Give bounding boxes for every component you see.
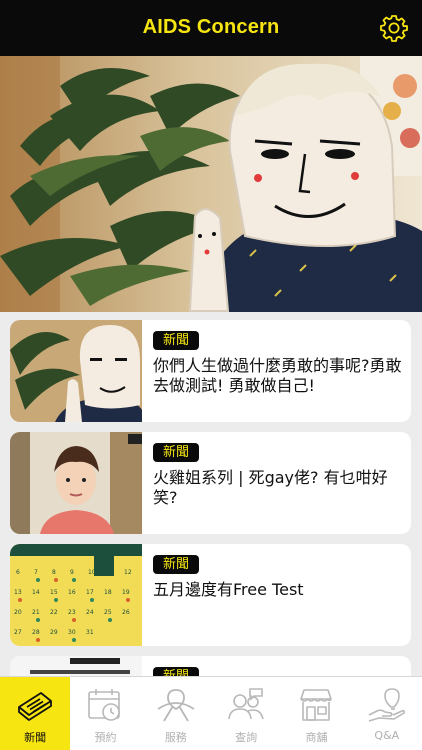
tab-label: 預約 xyxy=(94,731,117,744)
news-title: 火雞姐系列 | 死gay佬? 有乜咁好笑? xyxy=(153,468,388,507)
hero-video[interactable] xyxy=(0,56,422,312)
gear-icon[interactable] xyxy=(380,14,408,42)
svg-text:28: 28 xyxy=(32,629,40,636)
svg-text:14: 14 xyxy=(32,589,40,596)
ribbon-icon xyxy=(157,689,195,722)
news-tag: 新聞 xyxy=(153,555,200,574)
tab-services[interactable]: 服務 xyxy=(141,677,211,750)
tab-label: 服務 xyxy=(164,731,187,744)
svg-text:7: 7 xyxy=(34,569,38,576)
news-list[interactable]: 新聞 你們人生做過什麼勇敢的事呢?勇敢去做測試! 勇敢做自己! 新聞 火雞姐系列… xyxy=(0,312,422,676)
svg-text:27: 27 xyxy=(14,629,22,636)
news-tag: 新聞 xyxy=(153,331,200,350)
news-thumbnail xyxy=(10,320,142,422)
newspaper-icon xyxy=(18,692,53,721)
news-title: 你們人生做過什麼勇敢的事呢?勇敢去做測試! 勇敢做自己! xyxy=(153,356,402,395)
tab-qa[interactable]: Q&A xyxy=(352,677,422,750)
hero-image xyxy=(0,56,422,312)
people-chat-icon xyxy=(228,688,264,720)
svg-text:31: 31 xyxy=(86,629,94,636)
news-card[interactable]: 新聞 你們人生做過什麼勇敢的事呢?勇敢去做測試! 勇敢做自己! xyxy=(10,320,411,422)
svg-text:20: 20 xyxy=(14,609,22,616)
tab-news[interactable]: 新聞 xyxy=(0,677,71,750)
news-thumbnail xyxy=(10,432,142,534)
tab-label: 新聞 xyxy=(24,731,47,744)
news-tag: 新聞 xyxy=(153,667,200,676)
news-thumbnail xyxy=(10,656,142,676)
svg-text:16: 16 xyxy=(68,589,76,596)
svg-text:15: 15 xyxy=(50,589,58,596)
calendar-clock-icon xyxy=(88,689,121,721)
svg-text:22: 22 xyxy=(50,609,58,616)
tab-booking[interactable]: 預約 xyxy=(70,677,140,750)
svg-text:9: 9 xyxy=(70,569,74,576)
bottom-tab-bar: 新聞 預約 服務 查詢 商舖 Q&A xyxy=(0,676,422,750)
shop-icon xyxy=(300,689,333,721)
tab-enquiry[interactable]: 查詢 xyxy=(211,677,281,750)
svg-text:30: 30 xyxy=(68,629,76,636)
svg-text:18: 18 xyxy=(104,589,112,596)
svg-text:29: 29 xyxy=(50,629,58,636)
news-card[interactable]: 新聞 火雞姐系列 | 死gay佬? 有乜咁好笑? xyxy=(10,432,411,534)
svg-text:19: 19 xyxy=(122,589,130,596)
svg-text:21: 21 xyxy=(32,609,40,616)
tab-label: Q&A xyxy=(374,729,400,742)
svg-text:8: 8 xyxy=(52,569,56,576)
tab-label: 商舖 xyxy=(305,731,328,744)
tab-shop[interactable]: 商舖 xyxy=(281,677,351,750)
news-card[interactable]: 新聞 xyxy=(10,656,411,676)
svg-text:25: 25 xyxy=(104,609,112,616)
news-thumbnail: 6789101112 13141516171819 20212223242526… xyxy=(10,544,142,646)
svg-text:23: 23 xyxy=(68,609,76,616)
news-card[interactable]: 6789101112 13141516171819 20212223242526… xyxy=(10,544,411,646)
lightbulb-icon xyxy=(368,688,405,722)
svg-text:13: 13 xyxy=(14,589,22,596)
svg-text:17: 17 xyxy=(86,589,94,596)
news-tag: 新聞 xyxy=(153,443,200,462)
app-title: AIDS Concern xyxy=(142,16,280,38)
svg-text:24: 24 xyxy=(86,609,94,616)
tab-label: 查詢 xyxy=(235,731,258,744)
svg-text:12: 12 xyxy=(124,569,132,576)
app-header: AIDS Concern xyxy=(0,0,422,56)
svg-text:6: 6 xyxy=(16,569,20,576)
news-title: 五月邊度有Free Test xyxy=(153,580,304,599)
svg-text:26: 26 xyxy=(122,609,130,616)
